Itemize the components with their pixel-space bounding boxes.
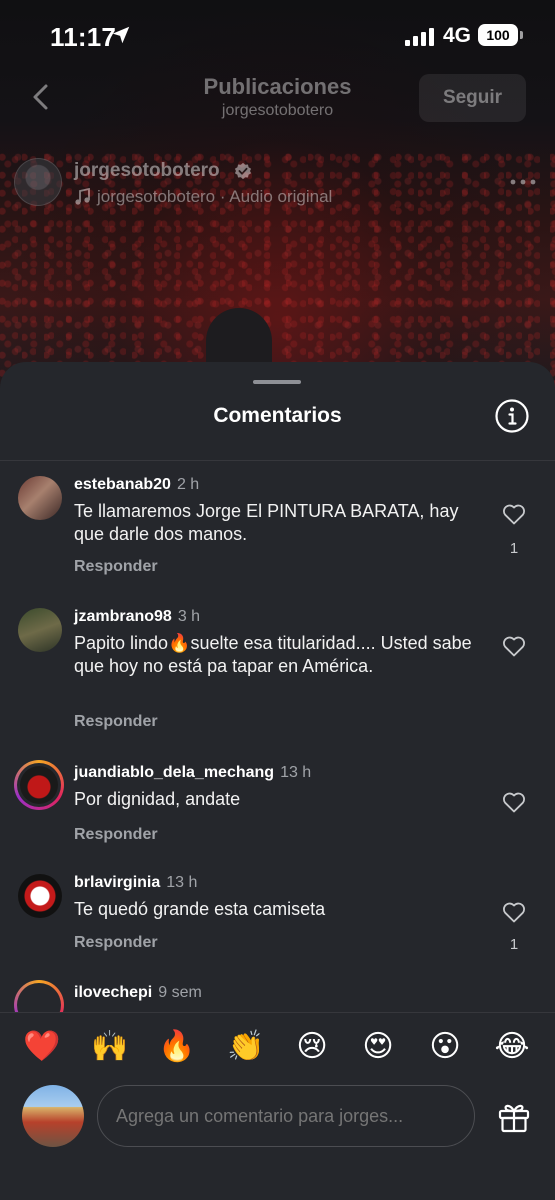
heart-outline-icon[interactable] bbox=[502, 503, 526, 525]
comment-time: 3 h bbox=[177, 608, 201, 625]
comment-username-text[interactable]: ilovechepi bbox=[74, 984, 152, 1001]
comment-username-text[interactable]: estebanab20 bbox=[74, 476, 171, 493]
comment-username-text[interactable]: juandiablo_dela_mechang bbox=[74, 764, 274, 781]
network-type: 4G bbox=[443, 24, 472, 47]
comment-text: Te llamaremos Jorge El PINTURA BARATA, h… bbox=[74, 501, 459, 544]
battery-icon: 100 bbox=[478, 24, 518, 46]
comment-time: 13 h bbox=[280, 764, 312, 781]
reply-button[interactable]: Responder bbox=[74, 558, 158, 576]
reply-button[interactable]: Responder bbox=[74, 713, 158, 731]
comment-username[interactable]: jzambrano98 3 h bbox=[74, 608, 200, 626]
music-note-icon bbox=[75, 188, 90, 205]
emoji-heart[interactable]: ❤️ bbox=[22, 1027, 62, 1067]
commenter-avatar-image bbox=[20, 766, 58, 804]
comment-username-text[interactable]: jzambrano98 bbox=[74, 608, 172, 625]
comment-username[interactable]: estebanab20 2 h bbox=[74, 476, 199, 494]
emoji-clapping[interactable]: 👏 bbox=[226, 1027, 266, 1067]
cellular-signal-icon bbox=[405, 28, 434, 46]
status-bar: 11:17 4G 100 bbox=[0, 0, 555, 72]
info-icon[interactable] bbox=[494, 398, 530, 434]
emoji-surprised[interactable]: 😮 bbox=[425, 1027, 465, 1067]
quick-emoji-row: ❤️ 🙌 🔥 👏 😢 😍 😮 😂 bbox=[0, 1027, 555, 1067]
reply-button[interactable]: Responder bbox=[74, 934, 158, 952]
reply-button[interactable]: Responder bbox=[74, 826, 158, 844]
comment-text: Te quedó grande esta camiseta bbox=[74, 899, 326, 919]
comment-text: Por dignidad, andate bbox=[74, 789, 241, 809]
more-options-icon[interactable] bbox=[508, 172, 538, 192]
heart-outline-icon[interactable] bbox=[502, 791, 526, 813]
verified-badge-icon bbox=[234, 162, 252, 180]
gift-icon[interactable] bbox=[497, 1101, 531, 1133]
commenter-avatar-story-ring[interactable] bbox=[14, 760, 64, 810]
emoji-fire[interactable]: 🔥 bbox=[157, 1027, 197, 1067]
current-user-avatar bbox=[22, 1085, 84, 1147]
comment-text: Papito lindo🔥suelte esa titularidad.... … bbox=[74, 633, 472, 676]
emoji-heart-eyes[interactable]: 😍 bbox=[358, 1027, 398, 1067]
sheet-divider bbox=[0, 460, 555, 461]
comment-time: 13 h bbox=[166, 874, 198, 891]
heart-outline-icon[interactable] bbox=[502, 901, 526, 923]
like-count[interactable]: 1 bbox=[500, 540, 528, 557]
comment-time: 9 sem bbox=[158, 984, 202, 1001]
commenter-avatar[interactable] bbox=[18, 874, 62, 918]
author-username[interactable]: jorgesotobotero bbox=[74, 160, 220, 182]
commenter-avatar[interactable] bbox=[18, 608, 62, 652]
comment-username[interactable]: juandiablo_dela_mechang 13 h bbox=[74, 764, 311, 782]
comment-username-text[interactable]: brlavirginia bbox=[74, 874, 160, 891]
battery-tip bbox=[520, 31, 523, 39]
emoji-laughing[interactable]: 😂 bbox=[492, 1027, 532, 1067]
emoji-raised-hands[interactable]: 🙌 bbox=[90, 1027, 130, 1067]
battery-level: 100 bbox=[486, 27, 510, 43]
comment-username[interactable]: ilovechepi 9 sem bbox=[74, 984, 202, 1002]
follow-button[interactable]: Seguir bbox=[419, 74, 526, 122]
author-avatar[interactable] bbox=[14, 158, 62, 206]
sheet-title: Comentarios bbox=[213, 404, 342, 427]
audio-label[interactable]: jorgesotobotero · Audio original bbox=[97, 187, 332, 207]
sheet-drag-handle[interactable] bbox=[253, 380, 301, 384]
status-time: 11:17 bbox=[50, 22, 117, 52]
comment-username[interactable]: brlavirginia 13 h bbox=[74, 874, 197, 892]
comment-input[interactable] bbox=[97, 1085, 475, 1147]
location-arrow-icon bbox=[112, 26, 130, 44]
commenter-avatar[interactable] bbox=[18, 476, 62, 520]
emoji-crying[interactable]: 😢 bbox=[292, 1027, 332, 1067]
comment-composer: ❤️ 🙌 🔥 👏 😢 😍 😮 😂 bbox=[0, 1012, 555, 1200]
heart-outline-icon[interactable] bbox=[502, 635, 526, 657]
comment-time: 2 h bbox=[176, 476, 200, 493]
like-count[interactable]: 1 bbox=[500, 936, 528, 953]
